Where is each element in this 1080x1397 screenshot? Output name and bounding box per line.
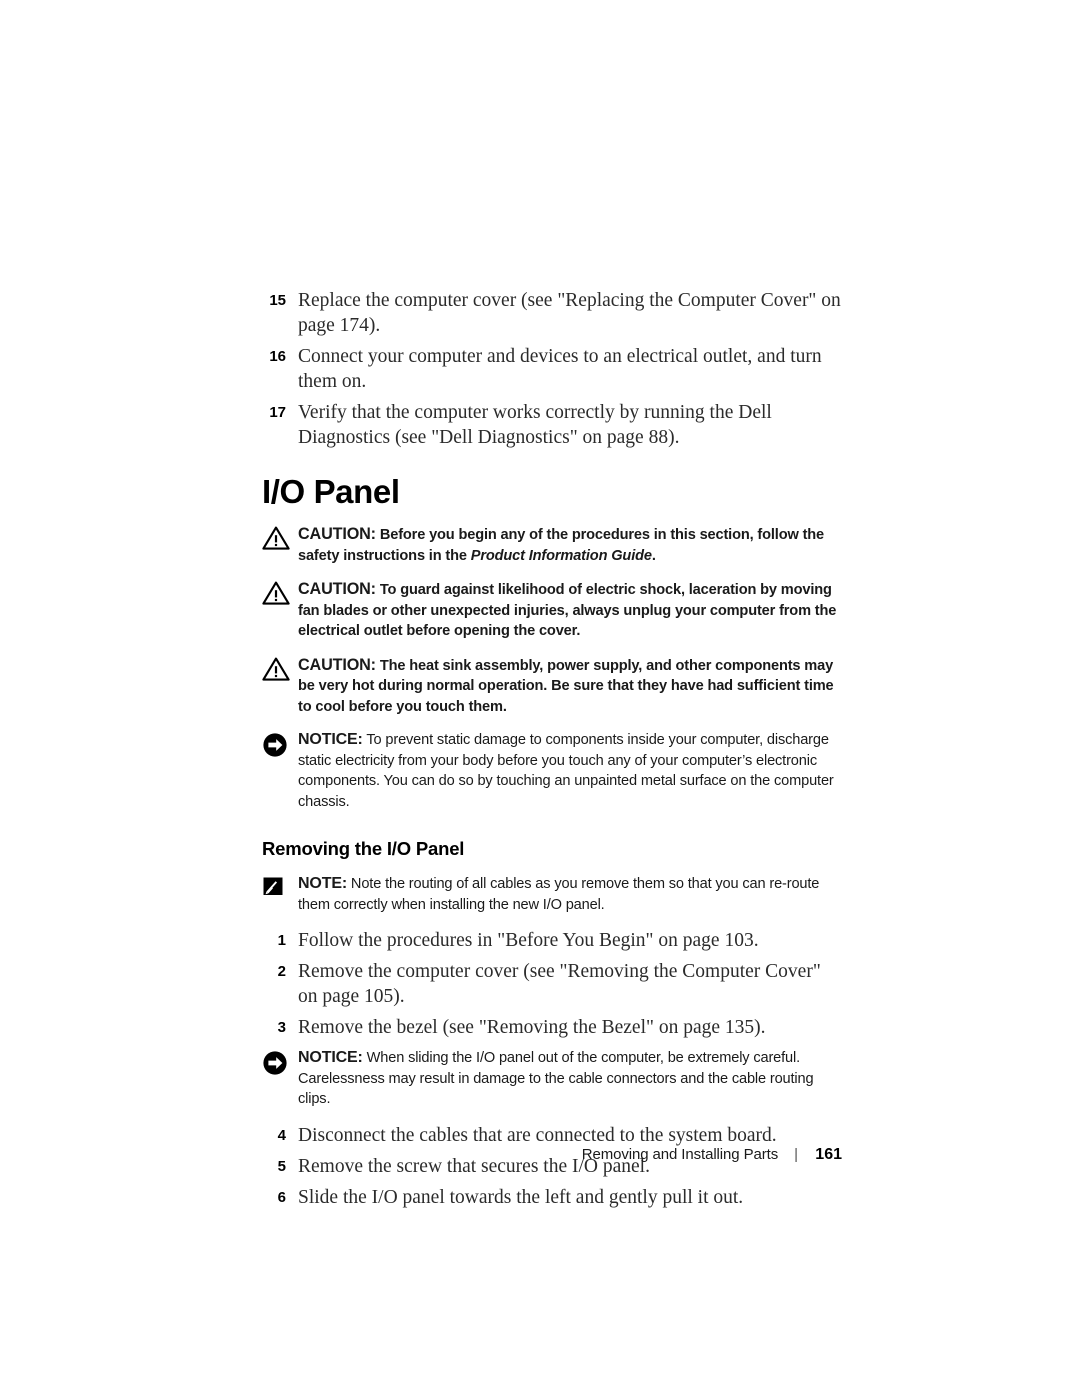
note-pencil-icon	[262, 874, 298, 898]
step-number: 6	[277, 1188, 286, 1206]
page-number: 161	[815, 1146, 842, 1163]
page-footer: Removing and Installing Parts | 161	[262, 1146, 842, 1164]
removal-steps-first-list: 1 Follow the procedures in "Before You B…	[262, 928, 842, 1040]
step-text: Slide the I/O panel towards the left and…	[298, 1186, 744, 1208]
step-number: 17	[269, 404, 286, 421]
step-text: Disconnect the cables that are connected…	[298, 1124, 777, 1146]
step-number: 2	[277, 963, 286, 980]
step-text: Remove the bezel (see "Removing the Beze…	[298, 1017, 766, 1038]
list-item: 15 Replace the computer cover (see "Repl…	[262, 288, 842, 338]
step-text: Remove the computer cover (see "Removing…	[298, 961, 821, 1007]
notice-text: NOTICE: When sliding the I/O panel out o…	[298, 1048, 842, 1110]
page-title: I/O Panel	[262, 473, 400, 510]
notice-block: NOTICE: To prevent static damage to comp…	[262, 730, 842, 812]
caution-label: CAUTION:	[298, 580, 376, 598]
notice-label: NOTICE:	[298, 731, 363, 748]
step-number: 15	[269, 292, 286, 309]
warning-triangle-icon	[262, 655, 298, 681]
section-subtitle: Removing the I/O Panel	[262, 838, 465, 859]
document-page: 15 Replace the computer cover (see "Repl…	[0, 0, 1080, 1397]
caution-text: CAUTION: The heat sink assembly, power s…	[298, 655, 842, 718]
notice-text: NOTICE: To prevent static damage to comp…	[298, 730, 842, 812]
step-number: 16	[269, 348, 286, 365]
notice-label: NOTICE:	[298, 1049, 363, 1066]
step-number: 3	[277, 1019, 286, 1036]
notice-body: To prevent static damage to components i…	[298, 732, 834, 810]
note-text: NOTE: Note the routing of all cables as …	[298, 874, 842, 915]
caution-text: CAUTION: Before you begin any of the pro…	[298, 524, 842, 566]
caution-body-after: .	[651, 547, 656, 564]
warning-triangle-icon	[262, 579, 298, 605]
removal-steps-second-list: 4 Disconnect the cables that are connect…	[262, 1123, 842, 1210]
caution-text: CAUTION: To guard against likelihood of …	[298, 579, 842, 642]
list-item: 6 Slide the I/O panel towards the left a…	[262, 1185, 842, 1210]
caution-body-before: The heat sink assembly, power supply, an…	[298, 657, 834, 715]
note-body: Note the routing of all cables as you re…	[298, 876, 820, 913]
caution-label: CAUTION:	[298, 525, 376, 543]
step-number: 1	[277, 932, 286, 949]
caution-block: CAUTION: Before you begin any of the pro…	[262, 524, 842, 566]
note-label: NOTE:	[298, 875, 348, 892]
note-block: NOTE: Note the routing of all cables as …	[262, 874, 842, 915]
step-number: 4	[277, 1126, 286, 1144]
list-item: 17 Verify that the computer works correc…	[262, 400, 842, 450]
step-text: Replace the computer cover (see "Replaci…	[298, 290, 841, 336]
list-item: 1 Follow the procedures in "Before You B…	[262, 928, 842, 953]
step-text: Verify that the computer works correctly…	[298, 402, 772, 448]
step-text: Connect your computer and devices to an …	[298, 346, 822, 392]
step-text: Follow the procedures in "Before You Beg…	[298, 930, 759, 951]
page-content: 15 Replace the computer cover (see "Repl…	[262, 288, 842, 1216]
caution-label: CAUTION:	[298, 655, 376, 674]
list-item: 3 Remove the bezel (see "Removing the Be…	[262, 1015, 842, 1040]
caution-block: CAUTION: The heat sink assembly, power s…	[262, 655, 842, 718]
warning-triangle-icon	[262, 524, 298, 550]
arrow-circle-icon	[262, 1048, 298, 1076]
list-item: 16 Connect your computer and devices to …	[262, 344, 842, 394]
caution-body-before: To guard against likelihood of electric …	[298, 582, 837, 639]
notice-body: When sliding the I/O panel out of the co…	[298, 1050, 814, 1107]
caution-block: CAUTION: To guard against likelihood of …	[262, 579, 842, 642]
notice-block: NOTICE: When sliding the I/O panel out o…	[262, 1048, 842, 1110]
list-item: 4 Disconnect the cables that are connect…	[262, 1123, 842, 1148]
list-item: 2 Remove the computer cover (see "Removi…	[262, 959, 842, 1009]
footer-divider: |	[794, 1146, 798, 1163]
arrow-circle-icon	[262, 730, 298, 758]
footer-section-title: Removing and Installing Parts	[581, 1146, 779, 1163]
caution-guide-title: Product Information Guide	[470, 547, 652, 564]
top-steps-list: 15 Replace the computer cover (see "Repl…	[262, 288, 842, 450]
